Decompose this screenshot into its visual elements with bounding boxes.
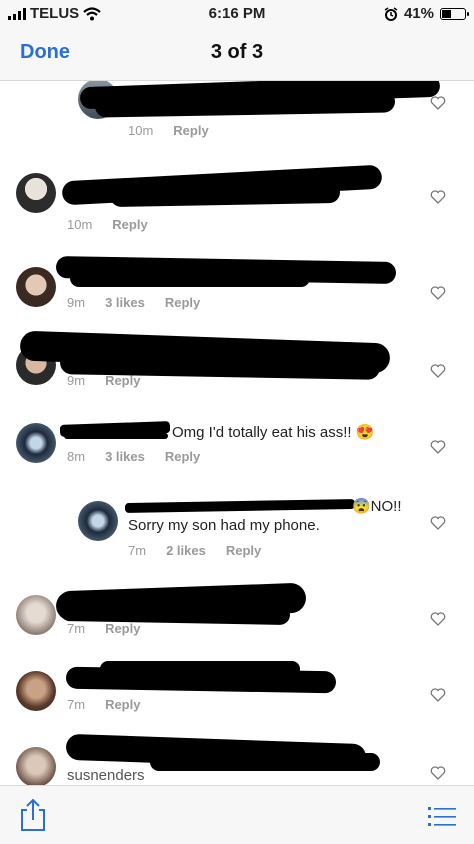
- comment-time: 9m: [67, 373, 86, 388]
- navigation-bar: Done 3 of 3: [0, 28, 474, 81]
- redacted-text: [124, 498, 356, 514]
- redacted-text: [64, 433, 168, 439]
- avatar[interactable]: [16, 671, 56, 711]
- heart-icon[interactable]: [430, 765, 446, 781]
- redacted-text: [100, 661, 300, 677]
- alarm-icon: [384, 6, 398, 21]
- heart-icon[interactable]: [430, 363, 446, 379]
- status-right: 41%: [384, 5, 469, 22]
- heart-icon[interactable]: [430, 687, 446, 703]
- heart-icon[interactable]: [430, 515, 446, 531]
- comment-item: 9m 3 likes Reply: [0, 256, 474, 335]
- comment-meta: 7m 2 likes Reply: [128, 543, 261, 558]
- comment-item: susnenders: [0, 733, 474, 785]
- avatar[interactable]: [16, 747, 56, 785]
- comment-item: 7m Reply: [0, 582, 474, 663]
- comment-meta: 7m Reply: [67, 621, 140, 636]
- comment-time: 7m: [67, 621, 86, 636]
- reply-button[interactable]: Reply: [105, 621, 140, 636]
- heart-icon[interactable]: [430, 439, 446, 455]
- comment-text: Omg I'd totally eat his ass!! 😍: [172, 424, 375, 441]
- likes-count[interactable]: 3 likes: [105, 295, 145, 310]
- comment-item: 7m Reply: [0, 661, 474, 739]
- reply-button[interactable]: Reply: [226, 543, 261, 558]
- comment-meta: 8m 3 likes Reply: [67, 449, 200, 464]
- comment-meta: 9m Reply: [67, 373, 140, 388]
- reply-button[interactable]: Reply: [112, 217, 147, 232]
- battery-percent: 41%: [403, 5, 434, 22]
- heart-icon[interactable]: [430, 189, 446, 205]
- share-icon[interactable]: [18, 798, 48, 832]
- comment-meta: 9m 3 likes Reply: [67, 295, 200, 310]
- likes-count[interactable]: 3 likes: [105, 449, 145, 464]
- avatar[interactable]: [16, 267, 56, 307]
- comment-time: 10m: [67, 217, 93, 232]
- battery-icon: [440, 7, 469, 20]
- status-bar: TELUS 6:16 PM 41%: [0, 0, 474, 28]
- comment-time: 8m: [67, 449, 86, 464]
- reply-button[interactable]: Reply: [165, 449, 200, 464]
- redacted-text: [150, 753, 380, 771]
- avatar[interactable]: [16, 595, 56, 635]
- comment-meta: 10m Reply: [67, 217, 148, 232]
- comment-item: 9m Reply: [0, 330, 474, 413]
- avatar[interactable]: [16, 173, 56, 213]
- comment-time: 7m: [67, 697, 86, 712]
- comment-time: 10m: [128, 123, 154, 138]
- heart-icon[interactable]: [430, 611, 446, 627]
- reply-button[interactable]: Reply: [165, 295, 200, 310]
- redacted-text: [70, 269, 310, 287]
- comment-time: 9m: [67, 295, 86, 310]
- reply-button[interactable]: Reply: [105, 373, 140, 388]
- comment-item: 10m Reply: [0, 81, 474, 151]
- comment-time: 7m: [128, 543, 147, 558]
- comment-item: Omg I'd totally eat his ass!! 😍 8m 3 lik…: [0, 421, 474, 501]
- heart-icon[interactable]: [430, 285, 446, 301]
- page-title: 3 of 3: [210, 41, 264, 63]
- comment-item: 😨NO!! Sorry my son had my phone. 7m 2 li…: [0, 497, 474, 597]
- comment-item: 10m Reply: [0, 164, 474, 239]
- list-icon[interactable]: [428, 806, 456, 826]
- comment-meta: 7m Reply: [67, 697, 140, 712]
- avatar[interactable]: [16, 423, 56, 463]
- comment-meta: 10m Reply: [128, 123, 209, 138]
- comment-text: susnenders: [67, 767, 145, 784]
- reply-button[interactable]: Reply: [105, 697, 140, 712]
- redacted-text: [94, 90, 396, 118]
- comment-list[interactable]: 10m Reply 10m Reply 9m 3 likes Reply 9m …: [0, 81, 474, 785]
- likes-count[interactable]: 2 likes: [166, 543, 206, 558]
- redacted-text: [109, 180, 341, 208]
- comment-text: Sorry my son had my phone.: [128, 517, 320, 534]
- heart-icon[interactable]: [430, 95, 446, 111]
- avatar[interactable]: [78, 501, 118, 541]
- reply-button[interactable]: Reply: [173, 123, 208, 138]
- bottom-toolbar: [0, 785, 474, 844]
- comment-text: 😨NO!!: [352, 498, 402, 515]
